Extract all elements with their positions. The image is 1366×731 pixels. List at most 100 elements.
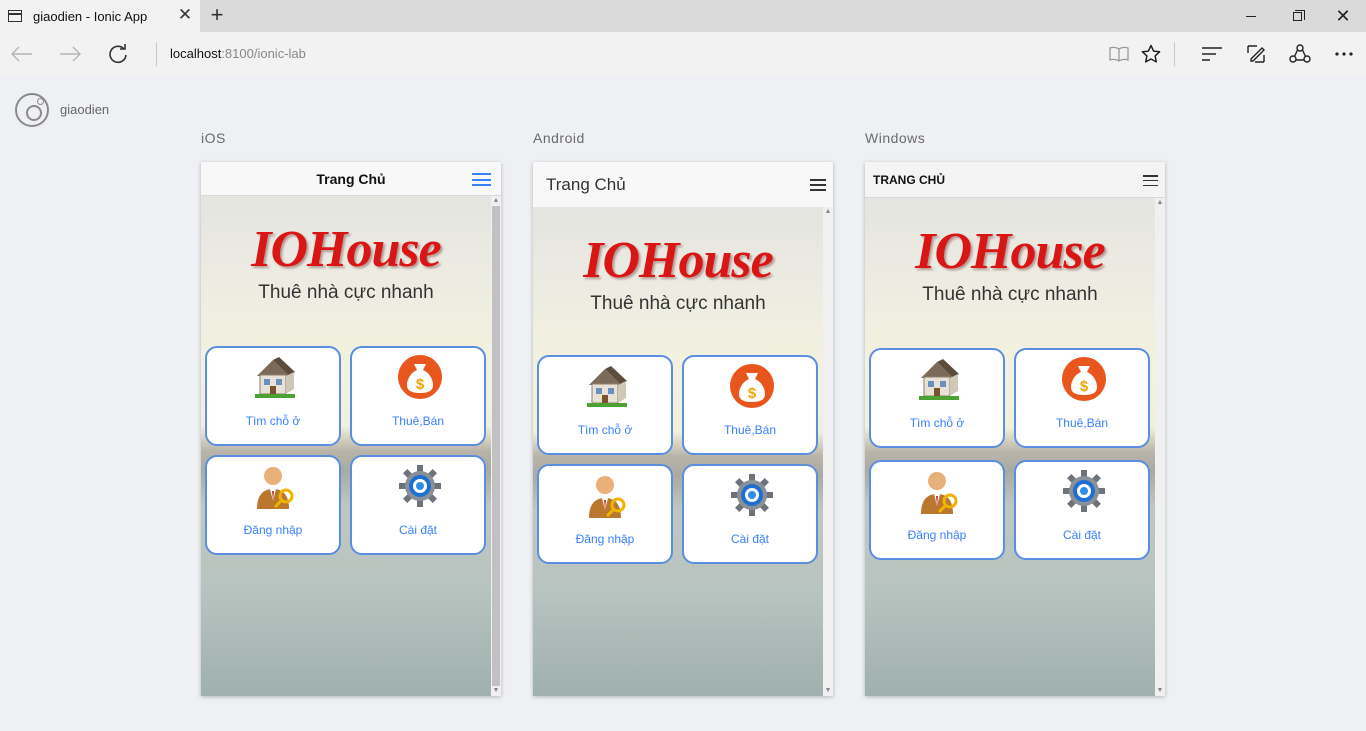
brand-logo: IOHouse [915,223,1105,280]
house-icon [585,363,629,409]
favorite-button[interactable] [1137,40,1165,68]
tile-label: Tìm chỗ ở [909,416,965,430]
money-bag-icon [398,354,442,400]
rent-sell-button[interactable]: Thuê,Bán [350,346,486,446]
browser-tab[interactable]: giaodien - Ionic App ✕ [0,0,200,32]
menu-icon[interactable] [810,179,826,191]
tile-label: Cài đặt [730,532,770,546]
content-area: IOHouse Thuê nhà cực nhanh Tìm chỗ ở Thu… [533,207,823,696]
tab-strip: giaodien - Ionic App ✕ + ✕ [0,0,1366,32]
menu-icon[interactable] [1143,175,1158,186]
tile-label: Tìm chỗ ở [245,414,301,428]
app-name: giaodien [60,102,110,117]
scroll-down-arrow-icon[interactable]: ▼ [491,686,501,696]
scroll-up-arrow-icon[interactable]: ▲ [491,196,501,206]
scrollbar[interactable]: ▲ ▼ [823,207,833,696]
close-window-button[interactable]: ✕ [1320,0,1366,32]
find-place-button[interactable]: Tìm chỗ ở [869,348,1005,448]
hub-button[interactable] [1198,40,1226,68]
house-icon [253,354,297,400]
reading-view-button[interactable] [1105,40,1133,68]
page-title: Trang Chủ [316,171,386,187]
forward-button[interactable] [56,40,84,68]
address-bar[interactable]: localhost:8100/ionic-lab [170,46,306,61]
tile-label: Thuê,Bán [1055,416,1109,430]
login-button[interactable]: Đăng nhập [205,455,341,555]
device-windows: TRANG CHỦ IOHouse Thuê nhà cực nhanh Tìm… [865,162,1165,696]
login-button[interactable]: Đăng nhập [537,464,673,564]
content-area: IOHouse Thuê nhà cực nhanh Tìm chỗ ở Thu… [865,198,1155,696]
windows-header: TRANG CHỦ [865,162,1165,198]
web-note-icon [1247,45,1265,63]
back-button[interactable] [8,40,36,68]
scroll-thumb[interactable] [492,206,500,686]
refresh-button[interactable] [104,40,132,68]
tagline: Thuê nhà cực nhanh [922,284,1098,305]
ios-navbar: Trang Chủ [201,162,501,196]
address-host: localhost [170,46,222,61]
scroll-thumb[interactable] [824,217,832,686]
tile-label: Thuê,Bán [391,414,445,428]
android-toolbar: Trang Chủ [533,162,833,207]
tab-title: giaodien - Ionic App [33,9,148,24]
toolbar-divider [1174,42,1175,66]
user-key-icon [585,472,629,518]
find-place-button[interactable]: Tìm chỗ ở [537,355,673,455]
scroll-down-arrow-icon[interactable]: ▼ [1155,686,1165,696]
login-button[interactable]: Đăng nhập [869,460,1005,560]
scroll-up-arrow-icon[interactable]: ▲ [1155,198,1165,208]
more-button[interactable] [1330,40,1358,68]
close-tab-icon[interactable]: ✕ [176,6,194,24]
money-bag-icon [730,363,774,409]
user-key-icon [917,468,961,514]
content-area: IOHouse Thuê nhà cực nhanh Tìm chỗ ở Thu… [201,196,491,696]
restore-icon [1292,9,1305,21]
scroll-up-arrow-icon[interactable]: ▲ [823,207,833,217]
scrollbar[interactable]: ▲ ▼ [491,196,501,696]
gear-icon [730,472,774,518]
settings-button[interactable]: Cài đặt [682,464,818,564]
minimize-button[interactable] [1228,0,1274,32]
web-note-button[interactable] [1242,40,1270,68]
restore-button[interactable] [1274,0,1320,32]
find-place-button[interactable]: Tìm chỗ ở [205,346,341,446]
page-title: TRANG CHỦ [873,173,945,187]
platform-label-android: Android [533,130,585,146]
tile-label: Thuê,Bán [723,423,777,437]
platform-label-windows: Windows [865,130,926,146]
tile-label: Đăng nhập [575,532,635,546]
share-button[interactable] [1286,40,1314,68]
money-bag-icon [1062,356,1106,402]
tile-label: Tìm chỗ ở [577,423,633,437]
share-icon [1289,44,1311,63]
browser-toolbar: localhost:8100/ionic-lab [0,32,1366,76]
new-tab-button[interactable]: + [206,4,228,26]
minimize-icon [1246,15,1256,17]
scroll-thumb[interactable] [1156,208,1164,686]
device-ios: Trang Chủ IOHouse Thuê nhà cực nhanh Tìm… [201,162,501,696]
settings-button[interactable]: Cài đặt [350,455,486,555]
scroll-down-arrow-icon[interactable]: ▼ [823,686,833,696]
refresh-icon [109,44,127,64]
rent-sell-button[interactable]: Thuê,Bán [1014,348,1150,448]
house-icon [917,356,961,402]
gear-icon [398,463,442,509]
star-icon [1141,44,1161,63]
gear-icon [1062,468,1106,514]
address-path: :8100/ionic-lab [221,46,306,61]
rent-sell-button[interactable]: Thuê,Bán [682,355,818,455]
arrow-right-icon [60,46,81,62]
tagline: Thuê nhà cực nhanh [258,282,434,303]
platform-label-ios: iOS [201,130,226,146]
menu-icon[interactable] [472,173,491,186]
user-key-icon [253,463,297,509]
tile-label: Cài đặt [1062,528,1102,542]
page-icon [8,10,22,22]
tile-label: Đăng nhập [907,528,967,542]
scrollbar[interactable]: ▲ ▼ [1155,198,1165,696]
book-icon [1109,46,1129,62]
brand-logo: IOHouse [251,221,441,278]
settings-button[interactable]: Cài đặt [1014,460,1150,560]
arrow-left-icon [11,46,32,62]
tile-label: Cài đặt [398,523,438,537]
